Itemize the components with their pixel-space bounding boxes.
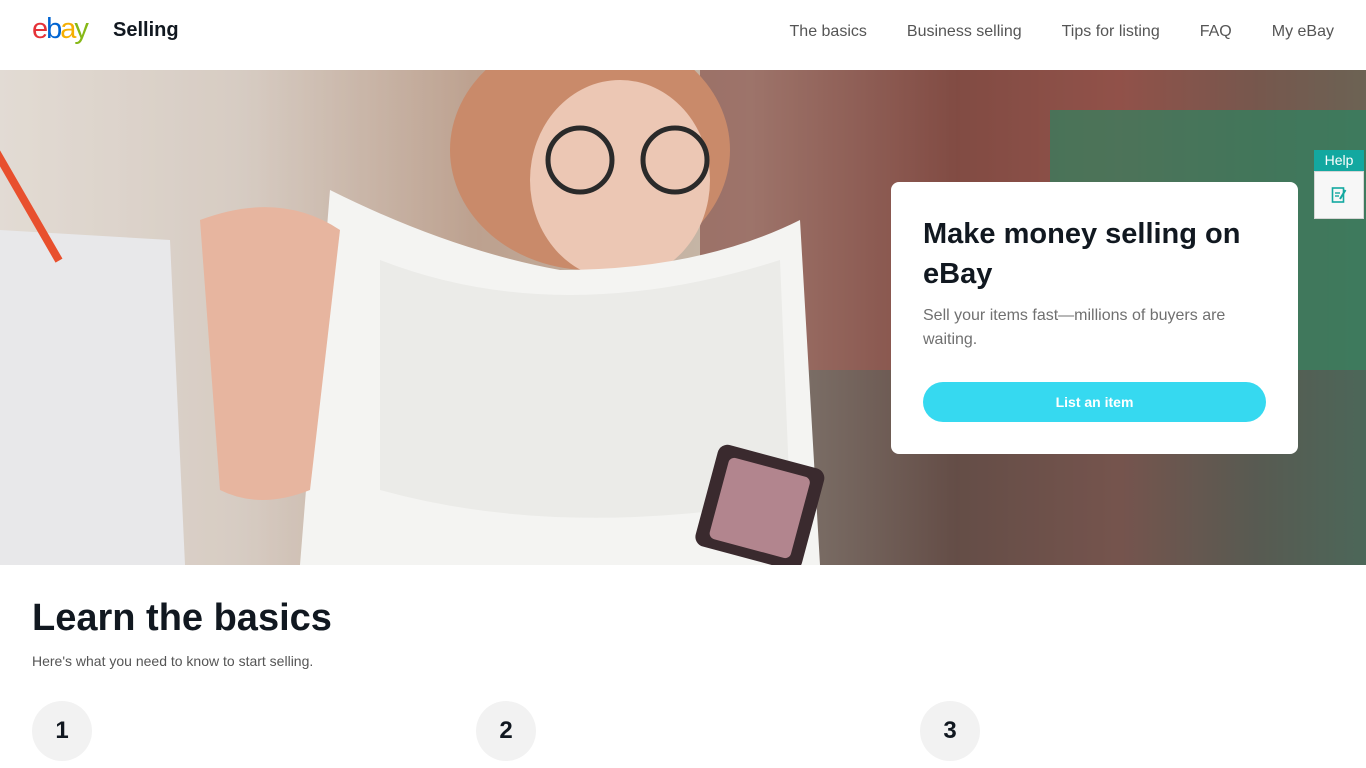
help-tab[interactable]: Help bbox=[1314, 150, 1364, 171]
feedback-icon[interactable] bbox=[1331, 186, 1347, 204]
step-1-badge: 1 bbox=[32, 701, 92, 761]
nav-tips-for-listing[interactable]: Tips for listing bbox=[1062, 22, 1160, 42]
nav-business-selling[interactable]: Business selling bbox=[907, 22, 1022, 42]
nav-faq[interactable]: FAQ bbox=[1200, 22, 1232, 42]
site-header: ebay Selling The basics Business selling… bbox=[0, 0, 1366, 70]
help-box[interactable] bbox=[1314, 171, 1364, 219]
step-2-badge: 2 bbox=[476, 701, 536, 761]
hero-card: Make money selling on eBay Sell your ite… bbox=[891, 182, 1298, 454]
nav-my-ebay[interactable]: My eBay bbox=[1272, 22, 1334, 42]
ebay-logo[interactable]: ebay bbox=[32, 12, 89, 46]
help-widget[interactable]: Help bbox=[1314, 150, 1364, 219]
basics-subtitle: Here's what you need to know to start se… bbox=[32, 653, 314, 669]
nav-the-basics[interactable]: The basics bbox=[790, 22, 867, 42]
list-an-item-button[interactable]: List an item bbox=[923, 382, 1266, 422]
main-nav: The basics Business selling Tips for lis… bbox=[790, 22, 1334, 42]
section-title: Selling bbox=[113, 19, 179, 41]
basics-title: Learn the basics bbox=[32, 597, 332, 639]
hero-heading: Make money selling on eBay bbox=[923, 218, 1241, 290]
hero-subtext: Sell your items fast—millions of buyers … bbox=[923, 307, 1226, 348]
step-3-badge: 3 bbox=[920, 701, 980, 761]
